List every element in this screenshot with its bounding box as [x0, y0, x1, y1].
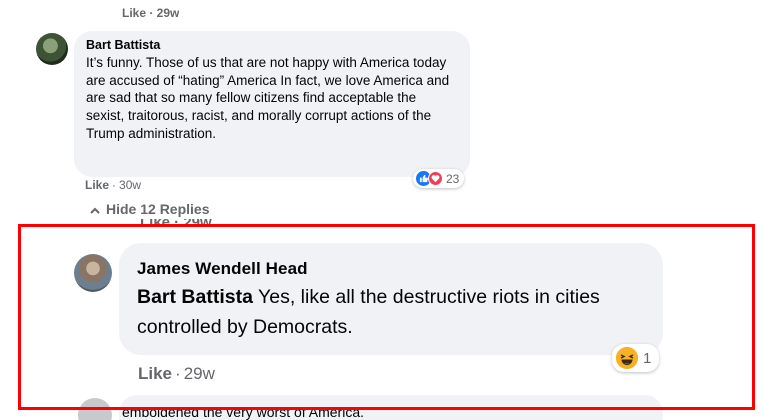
comment-author[interactable]: Bart Battista [86, 37, 458, 53]
truncated-comment-meta: Like · 29w [122, 8, 180, 20]
like-link[interactable]: Like [85, 178, 109, 192]
hide-replies-label: Hide 12 Replies [106, 201, 210, 217]
comment-text: It’s funny. Those of us that are not hap… [86, 55, 450, 141]
avatar[interactable] [36, 33, 68, 65]
hide-replies-button[interactable]: Hide 12 Replies [90, 201, 210, 217]
love-icon [428, 171, 443, 186]
reaction-count: 23 [446, 171, 460, 186]
highlight-box [18, 224, 755, 410]
reaction-summary[interactable]: 23 [413, 169, 465, 188]
comment-actions: Like · 30w [85, 178, 141, 192]
chevron-up-icon [90, 203, 100, 217]
comment-time[interactable]: 30w [119, 178, 141, 192]
comment-bubble: Bart Battista It’s funny. Those of us th… [74, 31, 470, 177]
separator: · [112, 178, 117, 192]
